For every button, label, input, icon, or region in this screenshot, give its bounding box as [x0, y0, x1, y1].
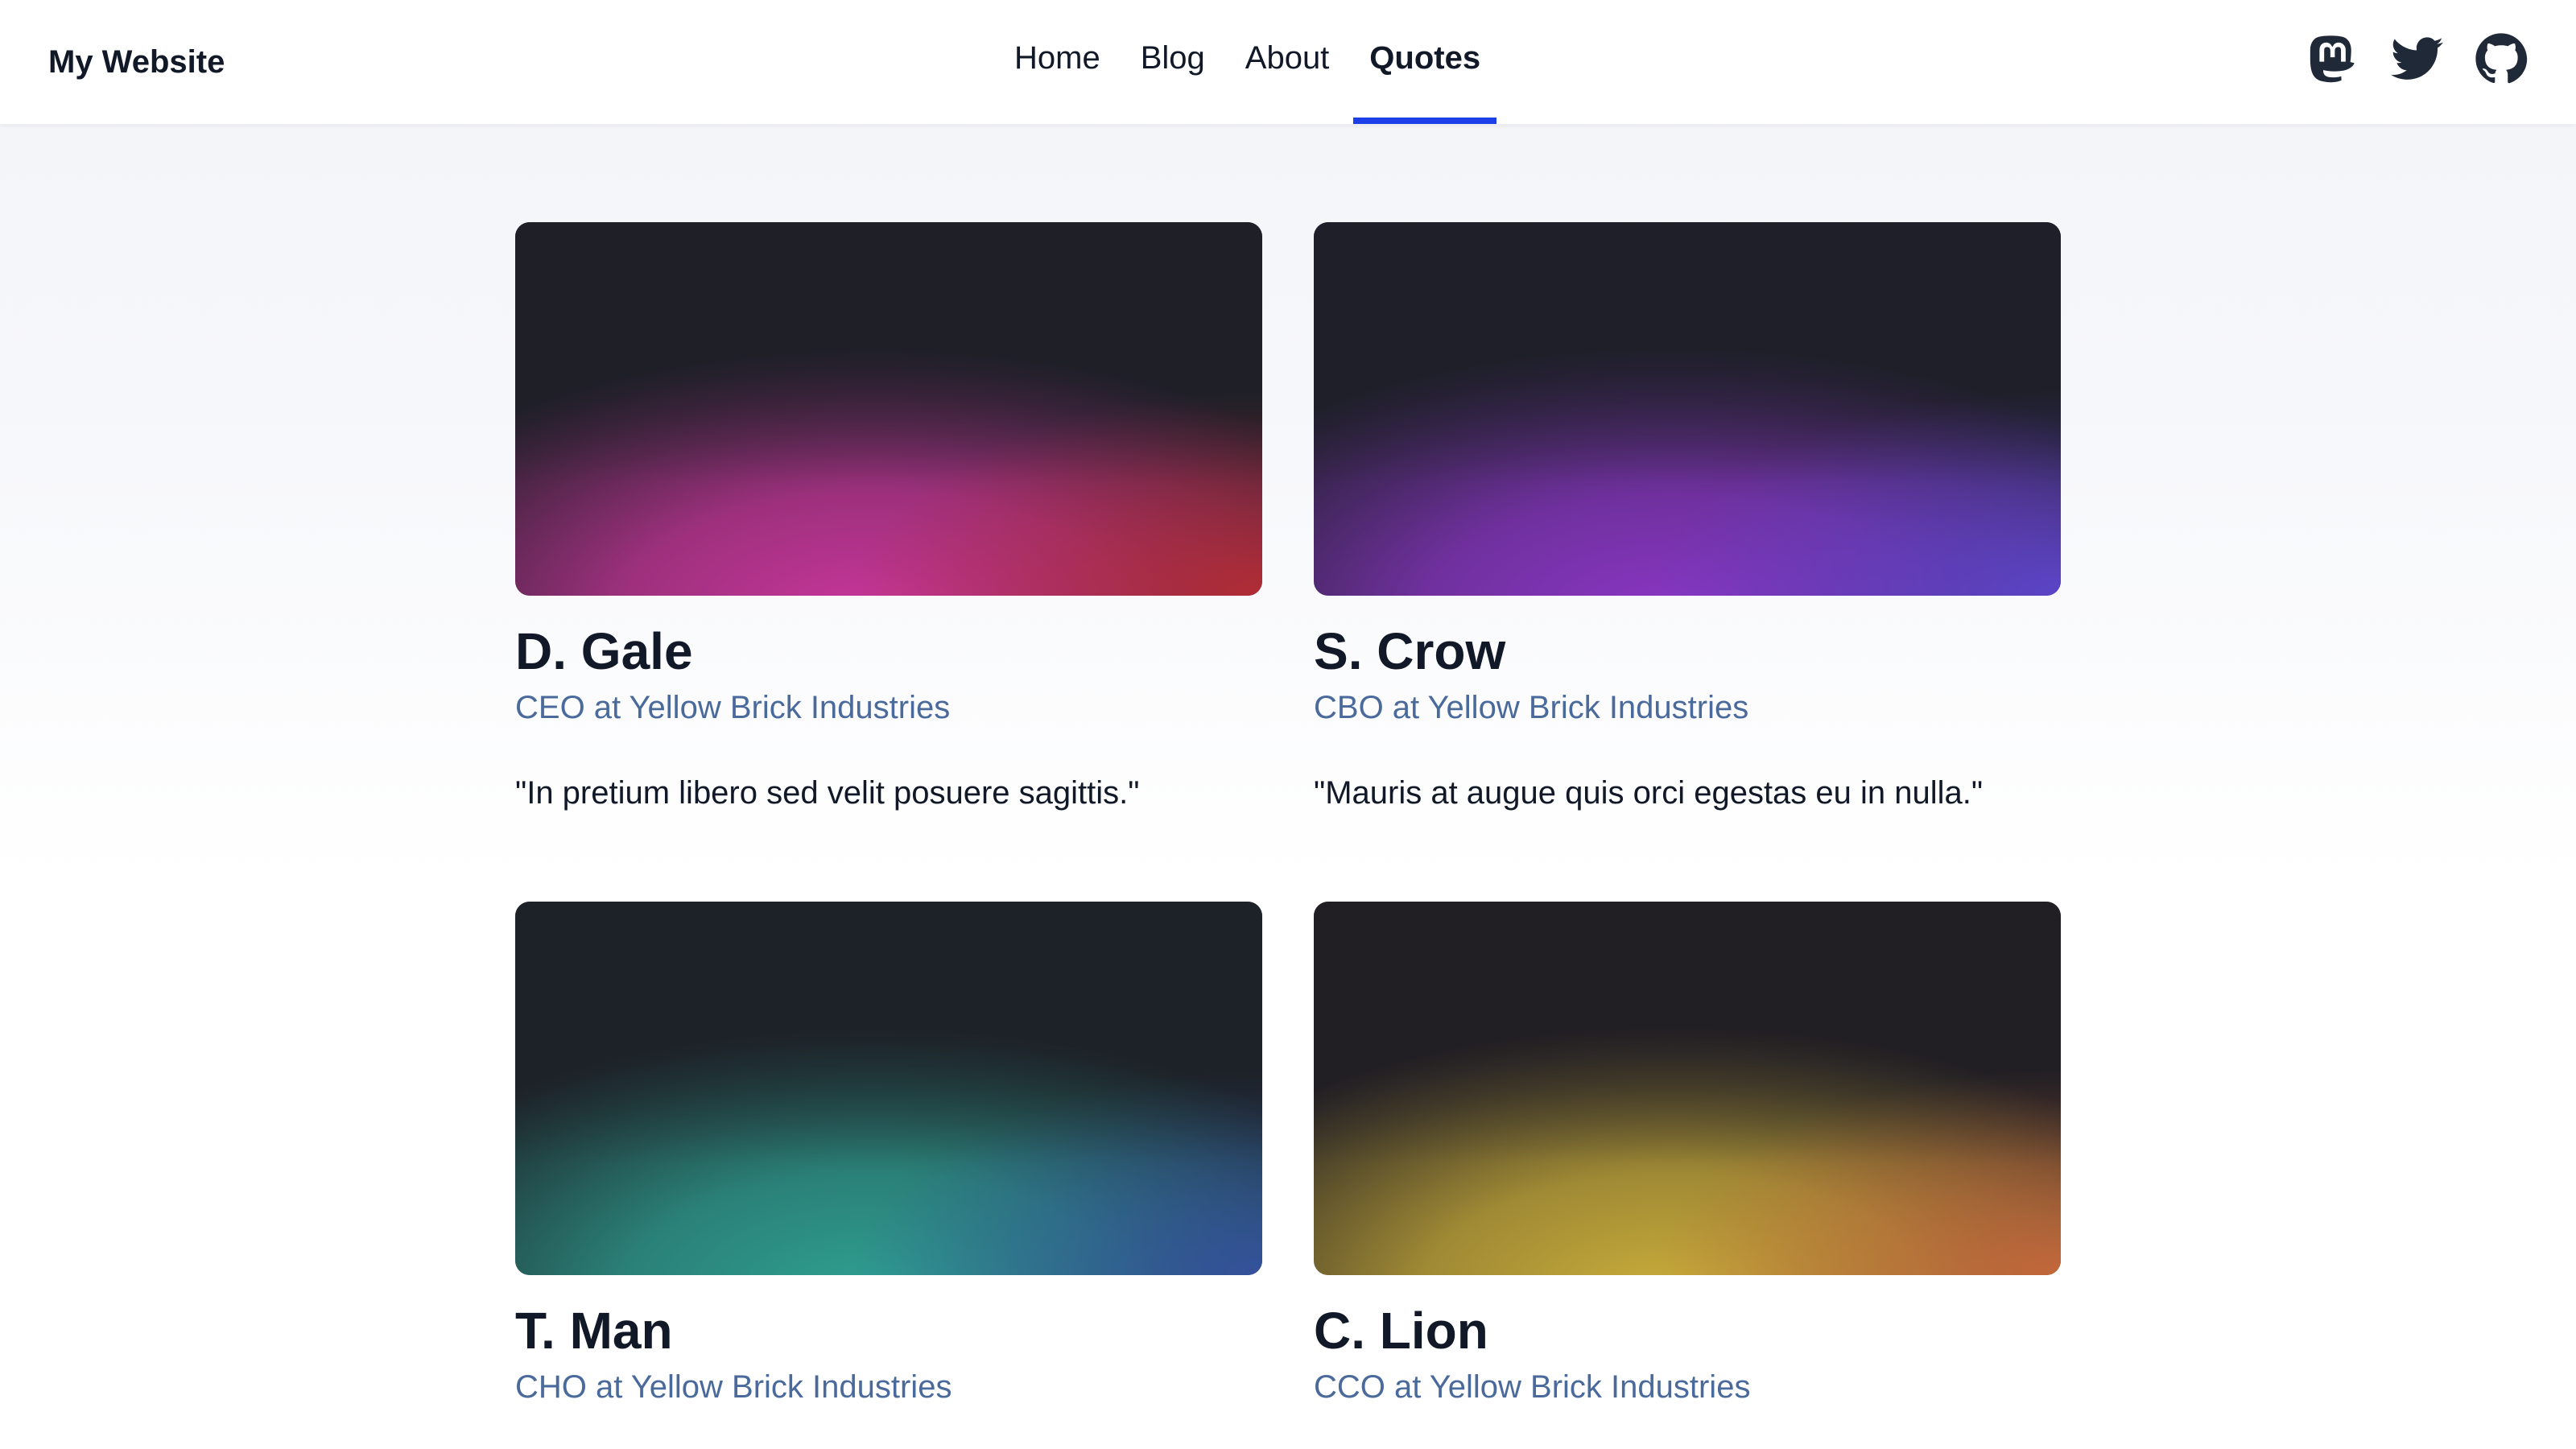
twitter-link[interactable] — [2391, 32, 2444, 85]
card-gradient-image — [515, 902, 1262, 1275]
quotes-grid: D. Gale CEO at Yellow Brick Industries "… — [515, 222, 2061, 1449]
site-brand-link[interactable]: My Website — [48, 40, 225, 84]
nav-blog-label: Blog — [1140, 40, 1205, 76]
twitter-icon — [2391, 37, 2443, 80]
card-role: CBO at Yellow Brick Industries — [1314, 690, 1749, 725]
card-quote: "Mauris at augue quis orci egestas eu in… — [1314, 775, 1984, 811]
quote-card: D. Gale CEO at Yellow Brick Industries "… — [515, 222, 1262, 813]
nav-home[interactable]: Home — [998, 0, 1117, 124]
mastodon-link[interactable] — [2307, 32, 2360, 85]
card-role: CHO at Yellow Brick Industries — [515, 1369, 952, 1405]
github-link[interactable] — [2475, 32, 2528, 85]
card-name: D. Gale — [515, 622, 693, 680]
card-quote: "In pretium libero sed velit posuere sag… — [515, 775, 1140, 811]
gradient-art — [1314, 222, 2061, 596]
gradient-art — [1314, 902, 2061, 1275]
card-name: S. Crow — [1314, 622, 1506, 680]
card-role: CEO at Yellow Brick Industries — [515, 690, 951, 725]
quote-card: C. Lion CCO at Yellow Brick Industries — [1314, 902, 2061, 1449]
card-gradient-image — [1314, 222, 2061, 596]
nav-home-label: Home — [1014, 40, 1100, 76]
card-gradient-image — [515, 222, 1262, 596]
nav-quotes-label: Quotes — [1369, 40, 1481, 76]
card-role: CCO at Yellow Brick Industries — [1314, 1369, 1751, 1405]
mastodon-icon — [2310, 35, 2355, 83]
nav-about[interactable]: About — [1229, 0, 1346, 124]
nav-active-indicator — [1353, 118, 1497, 124]
card-name: T. Man — [515, 1302, 673, 1360]
gradient-art — [515, 902, 1262, 1275]
nav-about-label: About — [1245, 40, 1330, 76]
quote-card: S. Crow CBO at Yellow Brick Industries "… — [1314, 222, 2061, 813]
card-name: C. Lion — [1314, 1302, 1488, 1360]
site-header: My Website Home Blog About Quotes — [0, 0, 2576, 124]
gradient-art — [515, 222, 1262, 596]
main-nav: Home Blog About Quotes — [1014, 0, 1497, 124]
nav-blog[interactable]: Blog — [1125, 0, 1221, 124]
nav-quotes[interactable]: Quotes — [1353, 0, 1497, 124]
social-links — [2307, 32, 2528, 85]
github-icon — [2475, 33, 2528, 84]
quote-card: T. Man CHO at Yellow Brick Industries — [515, 902, 1262, 1449]
card-gradient-image — [1314, 902, 2061, 1275]
